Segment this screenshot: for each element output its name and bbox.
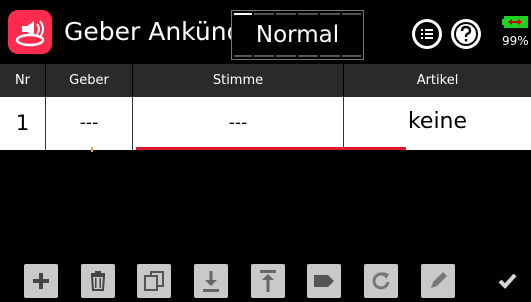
- checkmark-icon[interactable]: [492, 264, 526, 298]
- mode-indicator-bottom: [232, 53, 363, 59]
- mode-label: Normal: [255, 22, 340, 48]
- help-icon[interactable]: [451, 19, 481, 49]
- cell-geber[interactable]: ---: [45, 97, 132, 150]
- column-header-artikel: Artikel: [343, 64, 531, 97]
- download-icon[interactable]: [194, 264, 228, 298]
- speaker-announce-icon[interactable]: [8, 10, 52, 54]
- trash-icon[interactable]: [81, 264, 115, 298]
- geber-cursor-marker: [91, 147, 93, 152]
- table-header: Nr Geber Stimme Artikel: [0, 64, 531, 97]
- cell-artikel[interactable]: keine: [343, 97, 531, 150]
- battery-indicator: 99%: [502, 14, 531, 54]
- list-menu-icon[interactable]: [412, 19, 442, 49]
- plus-icon[interactable]: [24, 264, 58, 298]
- battery-icon: [502, 16, 528, 28]
- header-bar: Geber Ankünd. Normal 99%: [0, 0, 531, 64]
- copy-icon[interactable]: [137, 264, 171, 298]
- page-title: Geber Ankünd.: [64, 17, 251, 46]
- cell-nr: 1: [15, 111, 30, 135]
- column-header-stimme: Stimme: [132, 64, 343, 97]
- battery-percent: 99%: [502, 34, 529, 48]
- pencil-icon[interactable]: [421, 264, 455, 298]
- upload-icon[interactable]: [251, 264, 285, 298]
- bottom-toolbar: [0, 264, 531, 302]
- mode-indicator-top: [232, 11, 363, 17]
- cell-stimme[interactable]: ---: [132, 97, 343, 150]
- flight-mode-selector[interactable]: Normal: [231, 10, 364, 60]
- table-row[interactable]: 1 --- --- keine: [0, 97, 531, 150]
- column-header-geber: Geber: [45, 64, 132, 97]
- selection-underline: [136, 147, 406, 150]
- refresh-icon[interactable]: [364, 264, 398, 298]
- column-header-nr: Nr: [14, 73, 31, 88]
- tag-icon[interactable]: [307, 264, 341, 298]
